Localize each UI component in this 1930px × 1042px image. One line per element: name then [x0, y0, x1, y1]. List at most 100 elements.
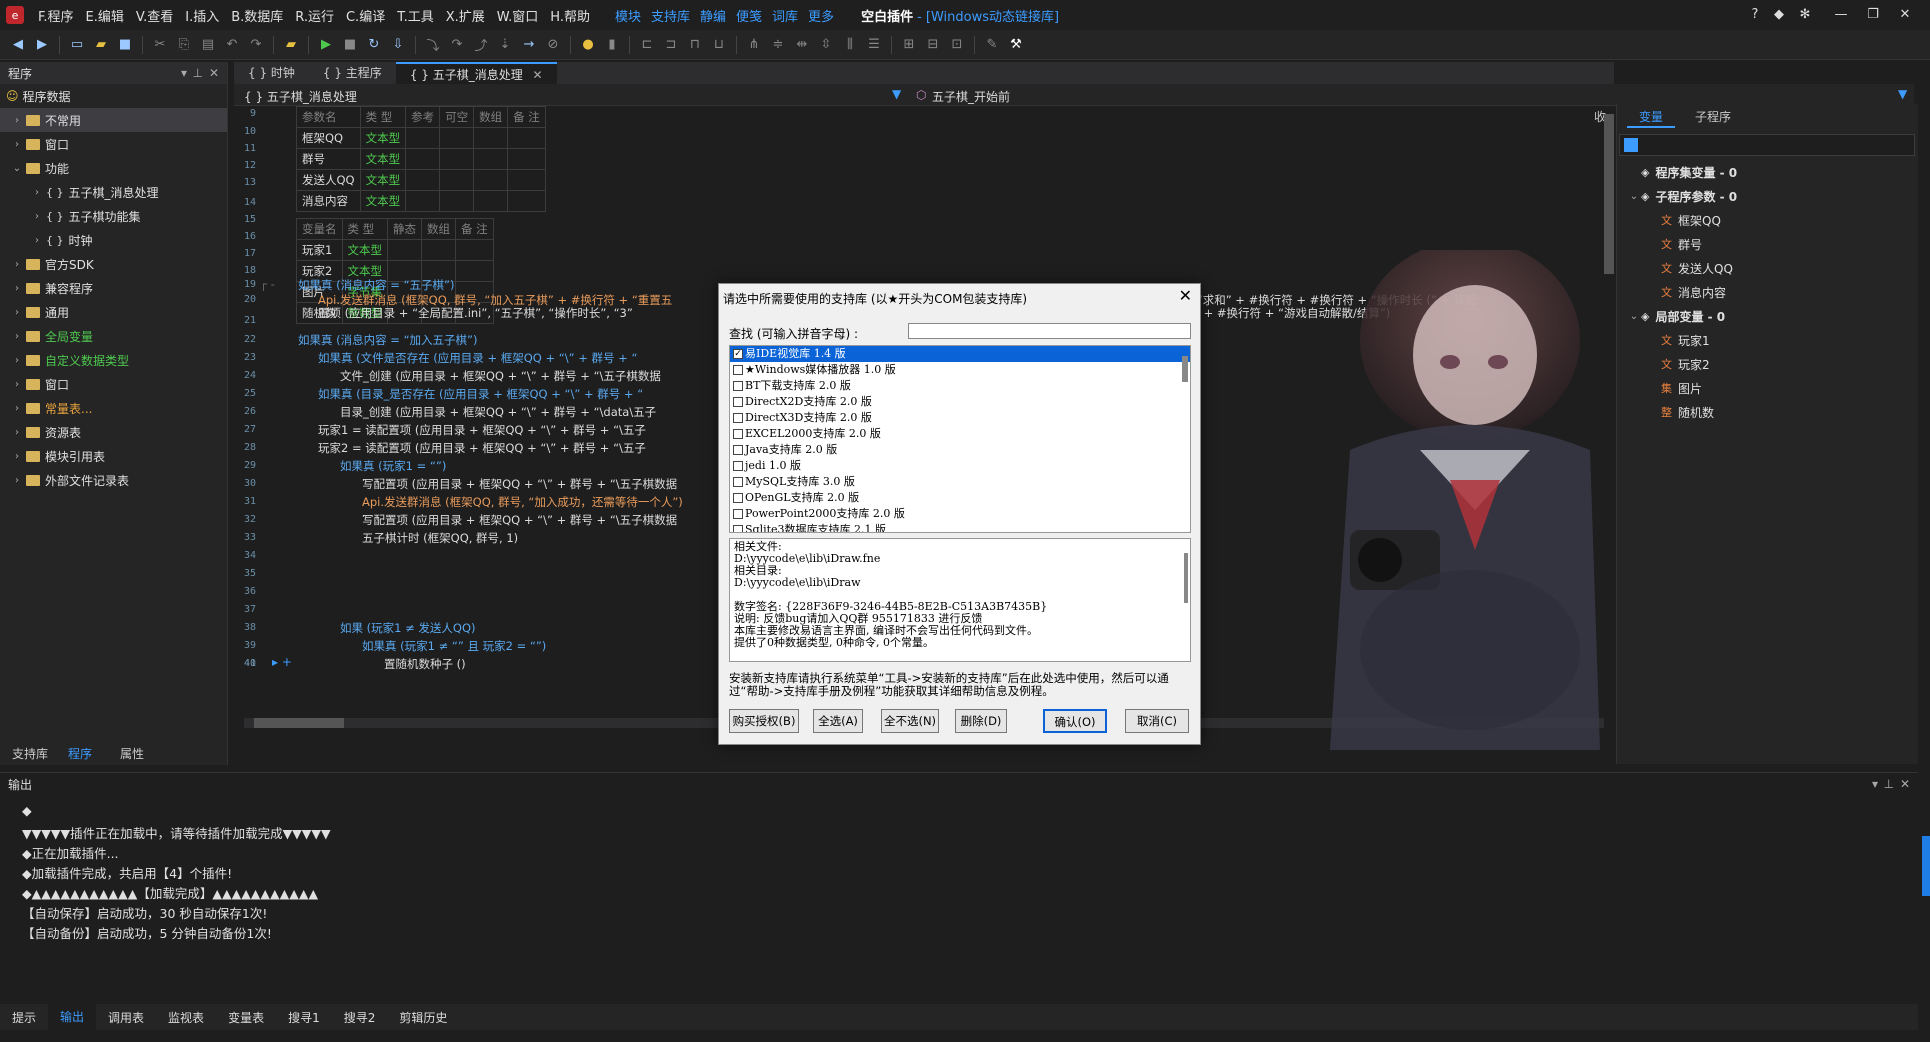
tree-item[interactable]: › 窗口	[0, 372, 227, 396]
param-row[interactable]: 发送人QQ 文本型	[296, 169, 546, 191]
param-row[interactable]: 框架QQ 文本型	[296, 127, 546, 149]
tree-item[interactable]: › 自定义数据类型	[0, 348, 227, 372]
code-line-34[interactable]: 五子棋计时 (框架QQ, 群号, 1)	[362, 530, 518, 546]
delete-button[interactable]: 删除(D)	[955, 709, 1007, 733]
close-panel-icon[interactable]: ✕	[209, 66, 219, 80]
menu-insert[interactable]: I.插入	[179, 6, 225, 25]
step-out-icon[interactable]: ⤴	[471, 35, 491, 55]
tab-subroutines[interactable]: 子程序	[1683, 106, 1743, 128]
checkbox[interactable]	[733, 525, 743, 532]
align-right-icon[interactable]: ⊐	[661, 35, 681, 55]
code-line-29[interactable]: 玩家2 = 读配置项 (应用目录 + 框架QQ + “\” + 群号 + “\五…	[318, 440, 646, 456]
code-line-27[interactable]: 目录_创建 (应用目录 + 框架QQ + “\” + 群号 + “\data\五…	[340, 404, 656, 420]
step-into-icon[interactable]: ⤵	[423, 35, 443, 55]
code-line-21b[interactable]: 置项 (应用目录 + “全局配置.ini”, “五子棋”, “操作时长”, “3…	[318, 305, 633, 321]
tools-icon[interactable]: ⚒	[1006, 35, 1026, 55]
chevron-icon[interactable]: ›	[30, 211, 44, 222]
link-module[interactable]: 模块	[610, 6, 646, 25]
empty-cell[interactable]	[473, 127, 509, 149]
library-item[interactable]: jedi 1.0 版	[730, 458, 1190, 474]
checkbox[interactable]	[733, 381, 743, 391]
select-all-button[interactable]: 全选(A)	[813, 709, 863, 733]
output-tab[interactable]: 剪辑历史	[387, 1009, 459, 1026]
chevron-icon[interactable]: ›	[10, 259, 24, 270]
pen-icon[interactable]: ✎	[982, 35, 1002, 55]
empty-cell[interactable]	[421, 239, 456, 261]
output-tab[interactable]: 变量表	[216, 1009, 276, 1026]
tree-item[interactable]: › 外部文件记录表	[0, 468, 227, 492]
pin-icon[interactable]: ⊥	[193, 66, 203, 80]
library-item[interactable]: BT下载支持库 2.0 版	[730, 378, 1190, 394]
menu-program[interactable]: F.程序	[32, 6, 80, 25]
space-h-icon[interactable]: ⫼	[840, 35, 860, 55]
paste-icon[interactable]: ▤	[198, 35, 218, 55]
variable-tree-item[interactable]: 文框架QQ	[1617, 208, 1917, 232]
library-item[interactable]: Java支持库 2.0 版	[730, 442, 1190, 458]
close-window-icon[interactable]: ✕	[1896, 6, 1914, 24]
go-arrow-icon[interactable]: →	[519, 35, 539, 55]
code-line-41[interactable]: 置随机数种子 ()	[384, 656, 466, 672]
checkbox[interactable]	[733, 477, 743, 487]
tree-item[interactable]: ⌄ 功能	[0, 156, 227, 180]
empty-cell[interactable]	[473, 190, 509, 212]
open-folder-icon[interactable]: ▰	[91, 35, 111, 55]
chevron-icon[interactable]: ›	[10, 427, 24, 438]
checkbox[interactable]	[733, 397, 743, 407]
empty-cell[interactable]	[405, 148, 441, 170]
code-line-26[interactable]: 如果真 (目录_是否存在 (应用目录 + 框架QQ + “\” + 群号 + “	[318, 386, 643, 402]
copy-icon[interactable]: ⎘	[174, 35, 194, 55]
library-item[interactable]: PowerPoint2000支持库 2.0 版	[730, 506, 1190, 522]
cancel-button[interactable]: 取消(C)	[1125, 709, 1189, 733]
tree-item[interactable]: › 官方SDK	[0, 252, 227, 276]
code-line-25[interactable]: 文件_创建 (应用目录 + 框架QQ + “\” + 群号 + “\五子棋数据	[340, 368, 661, 384]
nav-dropdown-icon[interactable]: ▼	[892, 87, 901, 101]
param-row[interactable]: 群号 文本型	[296, 148, 546, 170]
output-tab[interactable]: 输出	[48, 1004, 97, 1030]
checkbox[interactable]	[733, 365, 743, 375]
info-scrollbar[interactable]	[1184, 553, 1188, 603]
link-support-lib[interactable]: 支持库	[646, 6, 695, 25]
close-tab-icon[interactable]: ✕	[533, 68, 543, 82]
code-line-40[interactable]: 如果真 (玩家1 ≠ “” 且 玩家2 = “”)	[362, 638, 546, 654]
empty-cell[interactable]	[439, 169, 475, 191]
variable-tree-item[interactable]: ⌄ ◈ 子程序参数 - 0	[1617, 184, 1917, 208]
run-to-cursor-icon[interactable]: ⇣	[495, 35, 515, 55]
library-item[interactable]: Sqlite3数据库支持库 2.1 版	[730, 522, 1190, 532]
empty-cell[interactable]	[507, 169, 546, 191]
link-more[interactable]: 更多	[803, 6, 839, 25]
bookmark-icon[interactable]: ▮	[602, 35, 622, 55]
tree-item[interactable]: › 兼容程序	[0, 276, 227, 300]
variable-tree-item[interactable]: 文玩家1	[1617, 328, 1917, 352]
empty-cell[interactable]	[507, 127, 546, 149]
empty-cell[interactable]	[507, 190, 546, 212]
tab-main[interactable]: { } 主程序	[309, 62, 396, 84]
checkbox[interactable]	[733, 461, 743, 471]
chevron-icon[interactable]: ›	[10, 331, 24, 342]
maximize-icon[interactable]: ❐	[1864, 6, 1882, 24]
chevron-icon[interactable]: ›	[10, 403, 24, 414]
menu-run[interactable]: R.运行	[289, 6, 340, 25]
center-h-icon[interactable]: ⋔	[744, 35, 764, 55]
tree-item[interactable]: › 全局变量	[0, 324, 227, 348]
tree-item[interactable]: › 窗口	[0, 132, 227, 156]
link-dictionary[interactable]: 词库	[767, 6, 803, 25]
tree-item[interactable]: ›{ } 五子棋功能集	[0, 204, 227, 228]
variable-filter-input[interactable]	[1619, 134, 1915, 156]
code-line-20[interactable]: 如果真 (消息内容 = “五子棋”)	[298, 277, 455, 293]
code-line-24[interactable]: 如果真 (文件是否存在 (应用目录 + 框架QQ + “\” + 群号 + “	[318, 350, 637, 366]
minimize-icon[interactable]: —	[1832, 6, 1850, 24]
tree-item[interactable]: ›{ } 五子棋_消息处理	[0, 180, 227, 204]
share-icon[interactable]: ◆	[1770, 6, 1788, 24]
folder-icon[interactable]: ▰	[281, 35, 301, 55]
code-line-39[interactable]: 如果 (玩家1 ≠ 发送人QQ)	[340, 620, 476, 636]
nav-dropdown-icon[interactable]: ▼	[1898, 87, 1907, 101]
size-icon[interactable]: ⊞	[899, 35, 919, 55]
output-tab[interactable]: 搜寻2	[332, 1009, 388, 1026]
chevron-icon[interactable]: ›	[10, 475, 24, 486]
menu-extend[interactable]: X.扩展	[440, 6, 491, 25]
tree-root[interactable]: ☺ 程序数据	[0, 84, 227, 108]
library-item[interactable]: MySQL支持库 3.0 版	[730, 474, 1190, 490]
chevron-icon[interactable]: ⌄	[10, 163, 24, 174]
run-icon[interactable]: ▶	[316, 35, 336, 55]
params-table[interactable]: 参数名类 型参考 可空 数组备 注 框架QQ 文本型 群号 文本型 发送人QQ 文本型 消息内容…	[296, 106, 546, 212]
